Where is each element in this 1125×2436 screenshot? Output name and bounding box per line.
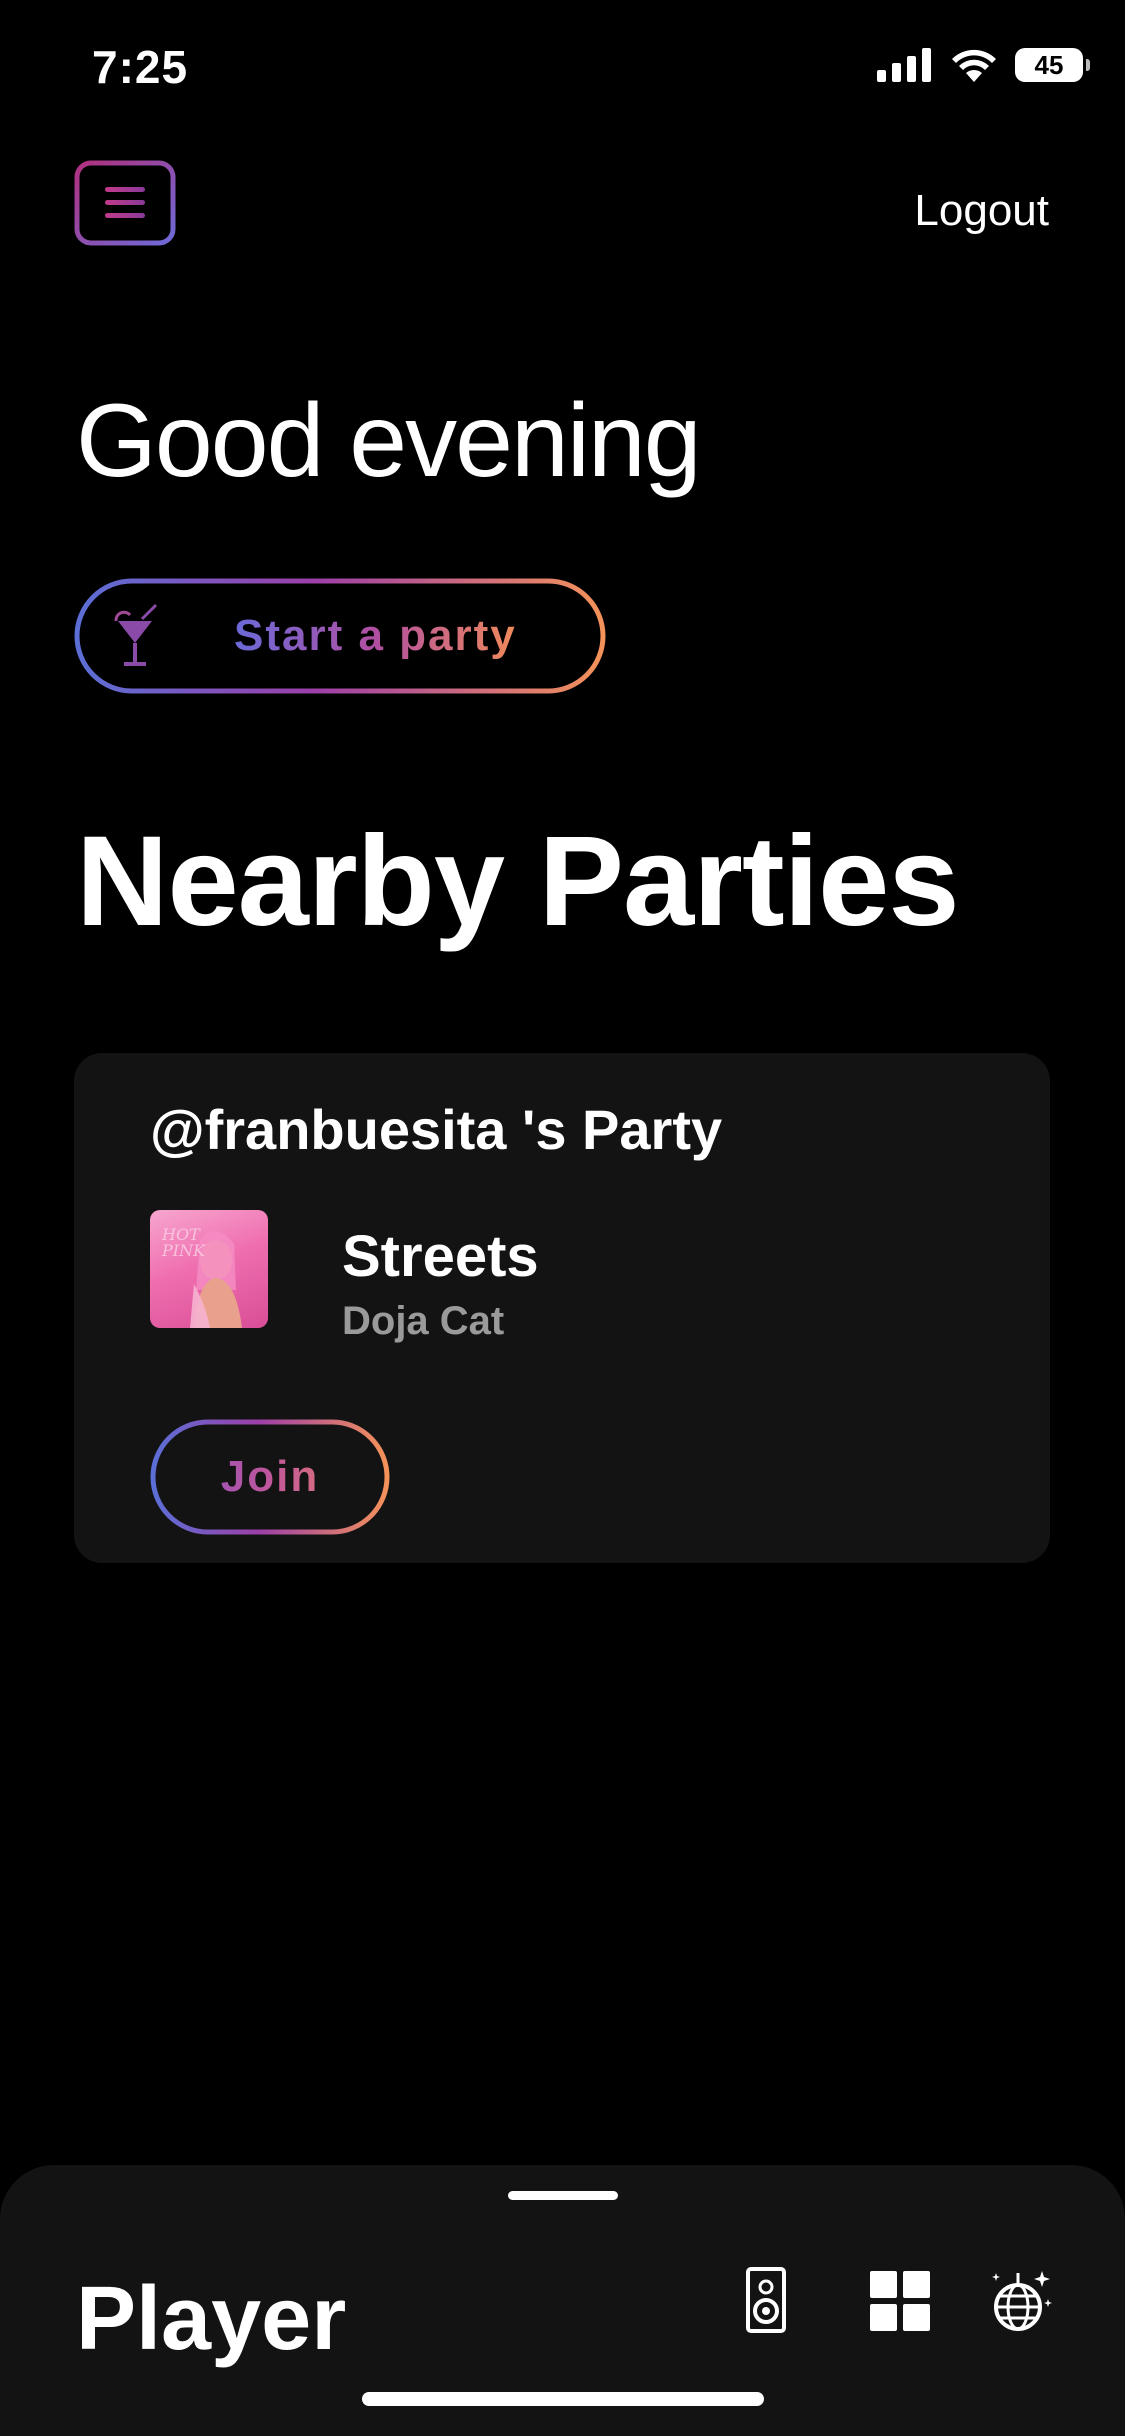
sheet-handle[interactable] <box>508 2191 618 2200</box>
album-art: HOT PINK <box>150 1210 268 1328</box>
start-party-button[interactable]: Start a party <box>74 578 606 694</box>
grid-button[interactable] <box>864 2265 936 2337</box>
status-bar: 7:25 45 <box>0 0 1125 140</box>
svg-text:PINK: PINK <box>161 1241 206 1260</box>
nearby-parties-heading: Nearby Parties <box>76 810 959 953</box>
battery-level: 45 <box>1034 49 1064 80</box>
cocktail-icon <box>114 603 158 666</box>
wifi-icon <box>952 49 996 82</box>
logout-link[interactable]: Logout <box>914 186 1049 236</box>
status-time: 7:25 <box>92 41 189 93</box>
menu-button[interactable] <box>74 160 176 246</box>
party-card: @franbuesita 's Party HOT PINK Streets D… <box>74 1053 1050 1563</box>
speaker-icon <box>746 2267 786 2333</box>
signal-icon <box>877 48 931 82</box>
track-title: Streets <box>342 1224 539 1289</box>
join-label: Join <box>150 1419 390 1535</box>
join-button[interactable]: Join <box>150 1419 390 1535</box>
greeting-heading: Good evening <box>76 383 702 499</box>
player-title: Player <box>76 2269 347 2369</box>
disco-ball-icon <box>992 2271 1052 2331</box>
party-host: @franbuesita 's Party <box>150 1098 723 1161</box>
track-artist: Doja Cat <box>342 1299 505 1343</box>
start-party-label: Start a party <box>234 578 517 694</box>
battery-icon: 45 <box>1015 48 1090 82</box>
status-icons: 45 <box>877 48 1090 82</box>
grid-icon <box>870 2271 930 2331</box>
home-indicator[interactable] <box>362 2392 764 2406</box>
menu-icon <box>74 160 176 246</box>
album-art-image: HOT PINK <box>161 1225 242 1328</box>
disco-ball-button[interactable] <box>984 2265 1056 2337</box>
speaker-button[interactable] <box>730 2265 802 2337</box>
